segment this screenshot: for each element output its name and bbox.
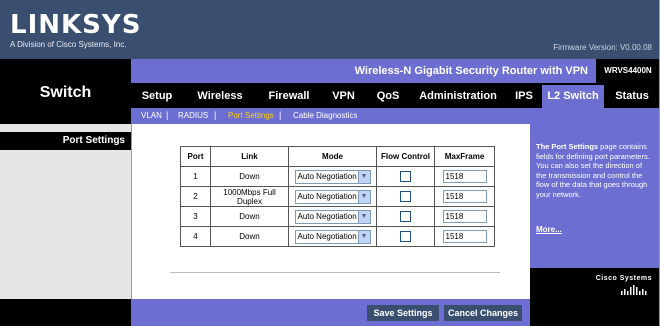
flow-control-cell (376, 226, 435, 247)
linksys-logo: LINKSYS A Division of Cisco Systems, Inc… (10, 12, 141, 49)
tab-vpn[interactable]: VPN (321, 85, 366, 108)
mode-cell: Auto Negotiation ▼ (288, 206, 377, 227)
main-content: Port Link Mode Flow Control MaxFrame 1 D… (132, 124, 530, 299)
header-port: Port (180, 146, 211, 167)
table-row: 1 Down Auto Negotiation ▼ 1518 (180, 166, 495, 187)
subtab-cable-diagnostics[interactable]: Cable Diagnostics (293, 111, 357, 120)
port-number: 1 (180, 166, 211, 187)
product-bar: Wireless-N Gigabit Security Router with … (131, 59, 660, 83)
product-name: Wireless-N Gigabit Security Router with … (354, 65, 588, 77)
footer-left (0, 299, 131, 326)
mode-select[interactable]: Auto Negotiation ▼ (294, 229, 371, 244)
header-link: Link (210, 146, 289, 167)
flow-control-checkbox[interactable] (400, 171, 411, 182)
chevron-down-icon[interactable]: ▼ (357, 190, 370, 203)
link-status: Down (210, 206, 289, 227)
maxframe-input[interactable]: 1518 (442, 170, 487, 183)
maxframe-cell: 1518 (434, 186, 495, 207)
tab-status[interactable]: Status (604, 85, 660, 108)
more-link[interactable]: More... (536, 225, 562, 234)
flow-control-checkbox[interactable] (400, 191, 411, 202)
chevron-down-icon[interactable]: ▼ (357, 230, 370, 243)
maxframe-input[interactable]: 1518 (442, 230, 487, 243)
cisco-bars-icon (621, 285, 647, 295)
maxframe-cell: 1518 (434, 226, 495, 247)
table-header-row: Port Link Mode Flow Control MaxFrame (180, 146, 495, 167)
flow-control-checkbox[interactable] (400, 211, 411, 222)
maxframe-input[interactable]: 1518 (442, 190, 487, 203)
cancel-changes-button[interactable]: Cancel Changes (444, 305, 522, 321)
chevron-down-icon[interactable]: ▼ (357, 210, 370, 223)
logo-wordmark: LINKSYS (10, 10, 142, 40)
tab-ips[interactable]: IPS (506, 85, 542, 108)
mode-cell: Auto Negotiation ▼ (288, 166, 377, 187)
tab-l2-switch[interactable]: L2 Switch (542, 85, 604, 108)
mode-value: Auto Negotiation (297, 211, 357, 221)
cisco-logo: Cisco Systems (595, 275, 652, 282)
footer-right (530, 299, 660, 326)
tab-wireless[interactable]: Wireless (183, 85, 257, 108)
subtab-separator: | (166, 110, 169, 120)
port-number: 3 (180, 206, 211, 227)
flow-control-cell (376, 186, 435, 207)
header-flow-control: Flow Control (376, 146, 435, 167)
flow-control-cell (376, 166, 435, 187)
subtab-port-settings[interactable]: Port Settings (228, 111, 274, 120)
help-title: The Port Settings (536, 142, 599, 151)
tab-qos[interactable]: QoS (366, 85, 410, 108)
mode-value: Auto Negotiation (297, 191, 357, 201)
router-admin-page: LINKSYS A Division of Cisco Systems, Inc… (0, 0, 660, 326)
left-section-heading: Port Settings (0, 132, 131, 150)
link-status: Down (210, 166, 289, 187)
sub-tabs: VLAN | RADIUS | Port Settings | Cable Di… (131, 108, 660, 124)
maxframe-cell: 1518 (434, 166, 495, 187)
cisco-logo-area: Cisco Systems (530, 268, 660, 299)
help-text: The Port Settings page contains fields f… (536, 142, 654, 199)
tab-administration[interactable]: Administration (410, 85, 506, 108)
link-status: Down (210, 226, 289, 247)
port-number: 2 (180, 186, 211, 207)
tab-setup[interactable]: Setup (131, 85, 183, 108)
left-column: Port Settings (0, 124, 131, 299)
chevron-down-icon[interactable]: ▼ (357, 170, 370, 183)
main-tabs: Setup Wireless Firewall VPN QoS Administ… (131, 85, 660, 108)
port-number: 4 (180, 226, 211, 247)
port-settings-table: Port Link Mode Flow Control MaxFrame 1 D… (180, 146, 495, 247)
content-divider (170, 272, 500, 273)
mode-select[interactable]: Auto Negotiation ▼ (294, 189, 371, 204)
maxframe-cell: 1518 (434, 206, 495, 227)
subtab-vlan[interactable]: VLAN (141, 111, 162, 120)
table-row: 4 Down Auto Negotiation ▼ 1518 (180, 226, 495, 247)
header-mode: Mode (288, 146, 377, 167)
subtab-radius[interactable]: RADIUS (178, 111, 208, 120)
mode-select[interactable]: Auto Negotiation ▼ (294, 209, 371, 224)
mode-value: Auto Negotiation (297, 171, 357, 181)
mode-value: Auto Negotiation (297, 231, 357, 241)
model-number: WRVS4400N (596, 59, 660, 83)
link-status: 1000Mbps Full Duplex (210, 186, 289, 207)
subtab-separator: | (214, 110, 217, 120)
firmware-version: Firmware Version: V0.00.08 (553, 43, 652, 52)
subtab-separator: | (279, 110, 282, 120)
mode-select[interactable]: Auto Negotiation ▼ (294, 169, 371, 184)
tab-firewall[interactable]: Firewall (257, 85, 321, 108)
flow-control-checkbox[interactable] (400, 231, 411, 242)
flow-control-cell (376, 206, 435, 227)
maxframe-input[interactable]: 1518 (442, 210, 487, 223)
header-maxframe: MaxFrame (434, 146, 495, 167)
section-title: Switch (39, 84, 92, 101)
mode-cell: Auto Negotiation ▼ (288, 186, 377, 207)
save-settings-button[interactable]: Save Settings (367, 305, 439, 321)
logo-tagline: A Division of Cisco Systems, Inc. (10, 40, 127, 49)
header-banner: LINKSYS A Division of Cisco Systems, Inc… (0, 0, 660, 59)
table-row: 3 Down Auto Negotiation ▼ 1518 (180, 206, 495, 227)
mode-cell: Auto Negotiation ▼ (288, 226, 377, 247)
table-row: 2 1000Mbps Full Duplex Auto Negotiation ▼… (180, 186, 495, 207)
